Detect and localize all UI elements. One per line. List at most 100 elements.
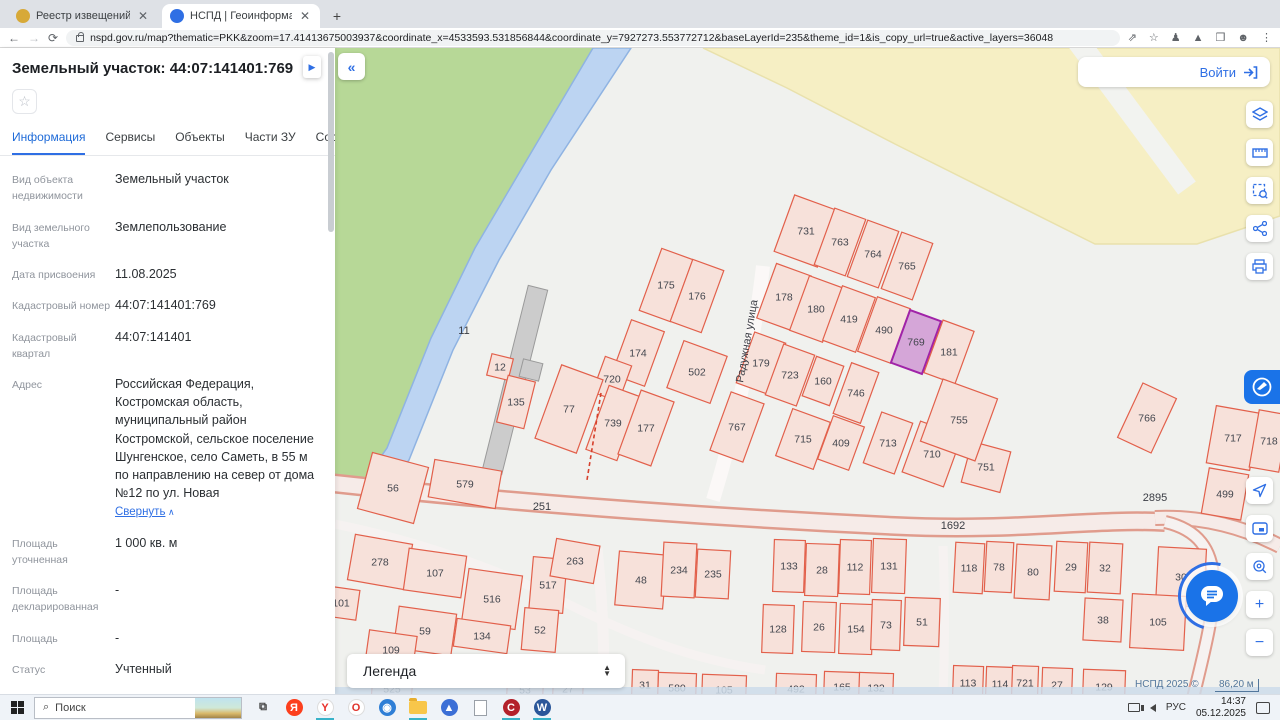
layers-button[interactable] [1246,101,1273,128]
tab1-close-icon[interactable]: ✕ [136,9,150,23]
taskbar-app-opera[interactable]: O [343,696,369,720]
layers-icon [1251,106,1268,121]
print-button[interactable] [1246,253,1273,280]
taskbar-app-chromium-gost[interactable]: C [498,696,524,720]
legend-panel[interactable]: Легенда ▲ ▼ [347,654,625,688]
sidebar-scrollbar[interactable] [328,52,334,232]
zoom-out-button[interactable]: − [1246,629,1273,656]
menu-kebab-icon[interactable]: ⋮ [1261,31,1272,44]
map-canvas[interactable]: 731 763 764 765 175 176 178 180 419 490 769 181 174 5… [335,48,1280,694]
bookmark-star-icon[interactable]: ☆ [1149,31,1159,44]
field-row: Кадастровый квартал 44:07:141401 [12,328,321,363]
field-label: Площадь декларированная [12,585,99,614]
taskbar-app-notepad[interactable] [467,696,493,720]
field-value: Российская Федерация, Костромская област… [115,377,315,518]
taskbar-app-yandex-browser[interactable]: Y [312,696,338,720]
address-bar[interactable]: nspd.gov.ru/map?thematic=PKK&zoom=17.414… [66,29,1120,46]
taskbar-app-defender[interactable]: ◉ [374,696,400,720]
field-row: Вид земельного участка Землепользование [12,218,321,253]
language-indicator[interactable]: РУС [1166,702,1186,713]
parcel-label-499: 499 [1216,489,1234,501]
taskbar-app-yandex[interactable]: Я [281,696,307,720]
legend-toggle-icon[interactable]: ▲ ▼ [603,664,611,678]
sidebar-tab-1[interactable]: Информация [12,130,86,155]
parcel-label-181: 181 [940,347,958,359]
field-label: Кадастровый квартал [12,331,77,360]
adblock-icon[interactable]: ▲ [1193,32,1204,44]
parcel-label-80: 80 [1027,567,1039,579]
field-label: Дата присвоения [12,269,96,282]
parcel-label-73: 73 [880,620,892,632]
parcel-label-180: 180 [807,304,825,316]
forward-icon[interactable]: → [28,31,40,45]
share-button[interactable] [1246,215,1273,242]
parcel-label-713: 713 [879,438,897,450]
field-label: Площадь [12,632,58,645]
collapse-address-link[interactable]: Свернуть [115,506,165,518]
login-button[interactable]: Войти [1078,57,1270,87]
new-tab-button[interactable]: + [328,7,346,25]
tab2-close-icon[interactable]: ✕ [298,9,312,23]
field-value: - [115,630,120,645]
select-area-button[interactable] [1246,177,1273,204]
chat-widget-button[interactable] [1186,570,1238,622]
parcel-label-51: 51 [916,617,928,629]
taskbar-app-word[interactable]: W [529,696,555,720]
parcel-label-177: 177 [637,423,655,435]
browser-tab-2[interactable]: НСПД | Геоинформационный п ✕ [162,4,320,28]
parcel-label-134: 134 [473,631,491,643]
zoom-in-button[interactable]: + [1246,591,1273,618]
parcel-label-763: 763 [831,237,849,249]
yandex-icon: Я [285,699,303,716]
parcel-label-135: 135 [507,397,525,409]
coordinate-search-button[interactable] [1246,553,1273,580]
parcel-label-175: 175 [657,280,675,292]
chat-bubble-icon [1201,586,1223,606]
reload-icon[interactable]: ⟳ [48,31,58,45]
geolocation-button[interactable] [1246,477,1273,504]
parcel-label-128: 128 [769,624,787,636]
minimap-button[interactable] [1246,515,1273,542]
taskbar-clock[interactable]: 14:37 05.12.2025 [1196,696,1246,719]
map-area[interactable]: 731 763 764 765 175 176 178 180 419 490 769 181 174 5… [335,48,1280,694]
volume-icon[interactable] [1140,703,1156,712]
parcel-label-717: 717 [1224,433,1242,445]
share-icon[interactable]: ⇗ [1128,31,1137,44]
start-button[interactable] [0,701,34,714]
taskbar-app-explorer[interactable] [405,696,431,720]
network-icon[interactable] [1127,703,1140,712]
field-label: Адрес [12,379,43,392]
taskbar-search[interactable]: ⌕ Поиск [34,696,242,719]
sidepanel-icon[interactable]: ❒ [1216,31,1226,44]
notification-center-icon[interactable] [1256,701,1270,714]
parcel-label-764: 764 [864,249,882,261]
extension-icon[interactable]: ♟ [1171,31,1181,44]
collapse-sidebar-button[interactable]: « [338,53,365,80]
taskbar-app-task-view[interactable]: ⧉ [250,696,276,720]
sidebar-tab-4[interactable]: Части ЗУ [245,130,296,155]
parcel-label-112: 112 [847,562,864,574]
measure-button[interactable] [1246,139,1273,166]
field-row: Вид объекта недвижимости Земельный участо… [12,170,321,205]
parcel-label-154: 154 [847,624,865,636]
tabs-scroll-right-button[interactable]: ▶ [303,56,321,78]
sidebar-tab-2[interactable]: Сервисы [105,130,155,155]
favorite-star-button[interactable]: ☆ [12,89,37,114]
browser-tab-1[interactable]: Реестр извещений ✕ [8,4,158,28]
parcel-title: Земельный участок: 44:07:141401:769 [12,60,294,77]
assistant-widget[interactable] [1244,370,1280,404]
profile-icon[interactable]: ☻ [1237,32,1249,44]
sidebar-tab-3[interactable]: Объекты [175,130,225,155]
parcel-label-235: 235 [704,569,722,581]
parcel-label-179: 179 [752,358,770,370]
parcel-label-178: 178 [775,292,793,304]
parcel-label-490: 490 [875,325,893,337]
tab1-favicon [16,9,30,23]
location-arrow-icon [1252,483,1267,498]
back-icon[interactable]: ← [8,31,20,45]
field-value: Учтенный [115,662,172,676]
taskbar-app-paint3d[interactable]: ▲ [436,696,462,720]
parcel-label-765: 765 [898,261,916,273]
notepad-icon [473,699,487,716]
parcel-label-101: 101 [335,598,350,610]
